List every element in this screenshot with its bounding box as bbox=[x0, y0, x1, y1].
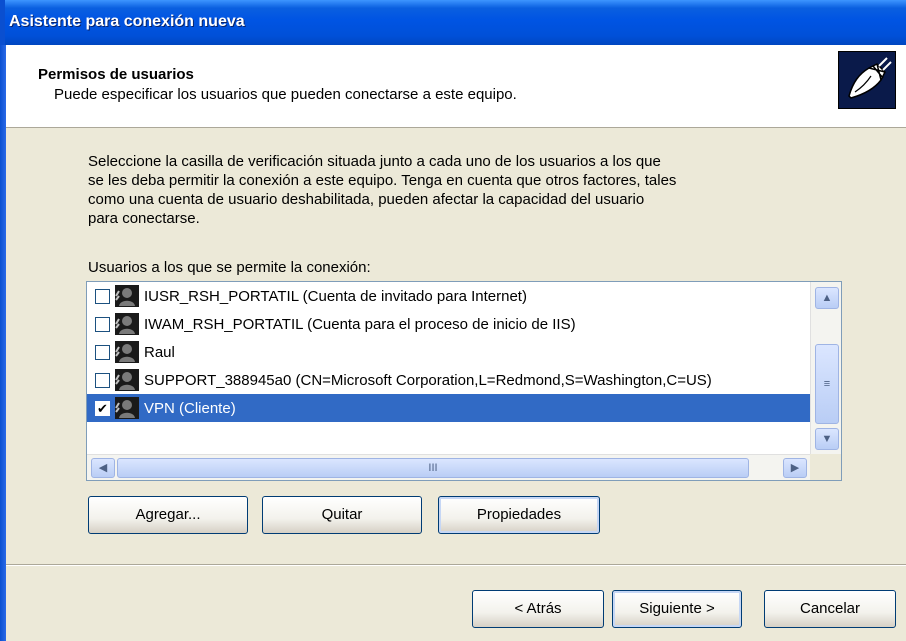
list-item-selected[interactable]: ✔ VPN (Cliente) bbox=[87, 394, 810, 422]
scroll-up-icon[interactable]: ▲ bbox=[815, 287, 839, 309]
properties-button[interactable]: Propiedades bbox=[438, 496, 600, 534]
next-button[interactable]: Siguiente > bbox=[612, 590, 742, 628]
page-subtitle: Puede especificar los usuarios que puede… bbox=[54, 86, 517, 103]
connection-wizard-icon bbox=[838, 51, 896, 109]
user-checkbox[interactable] bbox=[95, 288, 110, 304]
users-listbox[interactable]: IUSR_RSH_PORTATIL (Cuenta de invitado pa… bbox=[86, 281, 842, 481]
remove-button[interactable]: Quitar bbox=[262, 496, 422, 534]
user-name: VPN (Cliente) bbox=[144, 399, 236, 417]
user-icon bbox=[115, 369, 139, 391]
cancel-button[interactable]: Cancelar bbox=[764, 590, 896, 628]
user-name: IWAM_RSH_PORTATIL (Cuenta para el proces… bbox=[144, 315, 576, 333]
user-name: IUSR_RSH_PORTATIL (Cuenta de invitado pa… bbox=[144, 287, 527, 305]
list-item[interactable]: IUSR_RSH_PORTATIL (Cuenta de invitado pa… bbox=[87, 282, 810, 310]
list-item[interactable]: Raul bbox=[87, 338, 810, 366]
users-list-label: Usuarios a los que se permite la conexió… bbox=[88, 259, 371, 276]
scrollbar-corner bbox=[810, 454, 841, 480]
user-checkbox-checked[interactable]: ✔ bbox=[95, 400, 110, 416]
back-button[interactable]: < Atrás bbox=[472, 590, 604, 628]
user-checkbox[interactable] bbox=[95, 316, 110, 332]
vertical-scrollbar[interactable]: ▲ ≡ ▼ bbox=[810, 282, 841, 454]
user-icon bbox=[115, 285, 139, 307]
user-name: Raul bbox=[144, 343, 175, 361]
list-item[interactable]: IWAM_RSH_PORTATIL (Cuenta para el proces… bbox=[87, 310, 810, 338]
users-list-rows: IUSR_RSH_PORTATIL (Cuenta de invitado pa… bbox=[87, 282, 810, 454]
scroll-down-icon[interactable]: ▼ bbox=[815, 428, 839, 450]
title-bar: Asistente para conexión nueva bbox=[0, 0, 906, 45]
scroll-left-icon[interactable]: ◀ bbox=[91, 458, 115, 478]
vertical-scroll-thumb[interactable]: ≡ bbox=[815, 344, 839, 424]
user-checkbox[interactable] bbox=[95, 344, 110, 360]
horizontal-scrollbar[interactable]: ◀ III ▶ bbox=[87, 454, 810, 480]
user-icon bbox=[115, 341, 139, 363]
horizontal-scroll-thumb[interactable]: III bbox=[117, 458, 749, 478]
user-icon bbox=[115, 397, 139, 419]
user-name: SUPPORT_388945a0 (CN=Microsoft Corporati… bbox=[144, 371, 712, 389]
scroll-right-icon[interactable]: ▶ bbox=[783, 458, 807, 478]
add-button[interactable]: Agregar... bbox=[88, 496, 248, 534]
user-checkbox[interactable] bbox=[95, 372, 110, 388]
window-title: Asistente para conexión nueva bbox=[9, 13, 245, 30]
instructions-text: Seleccione la casilla de verificación si… bbox=[88, 153, 677, 227]
list-item[interactable]: SUPPORT_388945a0 (CN=Microsoft Corporati… bbox=[87, 366, 810, 394]
footer-separator bbox=[6, 564, 906, 566]
wizard-header: Permisos de usuarios Puede especificar l… bbox=[6, 45, 906, 128]
page-title: Permisos de usuarios bbox=[38, 66, 194, 83]
user-icon bbox=[115, 313, 139, 335]
